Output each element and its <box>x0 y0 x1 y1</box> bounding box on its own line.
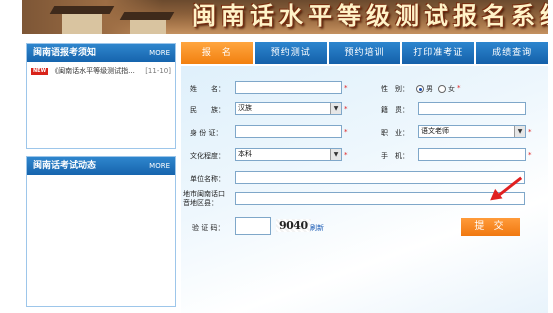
gender-female-label: 女 <box>448 85 455 93</box>
required-mark: * <box>344 105 348 113</box>
ethnicity-value: 汉族 <box>238 104 252 112</box>
name-label: 姓 名： <box>190 85 225 93</box>
id-card-input[interactable] <box>235 125 342 138</box>
banner-wall <box>130 20 166 34</box>
news-title[interactable]: 《闽南话水平等级测试指... <box>51 66 135 76</box>
company-label: 单位名称： <box>190 175 225 183</box>
banner-roof <box>49 6 115 14</box>
occupation-value: 语文老师 <box>421 127 449 135</box>
tab-score-query[interactable]: 成绩查询 <box>476 42 548 64</box>
news-more-link[interactable]: MORE <box>149 157 170 175</box>
gender-male-radio[interactable]: 男 <box>416 84 433 94</box>
notice-panel-title: 闽南语报考须知 <box>33 48 97 58</box>
captcha-image: 9040 <box>276 219 311 232</box>
name-input[interactable] <box>235 81 342 94</box>
gender-label: 性 别： <box>381 85 409 93</box>
required-mark: * <box>457 84 461 92</box>
required-mark: * <box>344 84 348 92</box>
address-label: 地市闽南话口 音地区县： <box>183 190 225 207</box>
list-item[interactable]: NEW 《闽南话水平等级测试指... [11-10] <box>31 66 171 76</box>
native-place-label: 籍 贯： <box>381 106 409 114</box>
chevron-down-icon[interactable]: ▼ <box>330 149 341 160</box>
radio-selected-icon[interactable] <box>416 85 424 93</box>
banner-title: 闽南话水平等级测试报名系统 <box>192 1 548 30</box>
education-label: 文化程度： <box>190 152 225 160</box>
company-input[interactable] <box>235 171 525 184</box>
tab-book-training[interactable]: 预约培训 <box>328 42 401 64</box>
notice-panel-header: 闽南语报考须知 MORE <box>27 44 175 62</box>
ethnicity-select[interactable]: 汉族 ▼ <box>235 102 342 115</box>
notice-more-link[interactable]: MORE <box>149 44 170 62</box>
news-panel-title: 闽南话考试动态 <box>33 161 97 171</box>
radio-icon[interactable] <box>438 85 446 93</box>
id-card-label: 身 份 证： <box>190 129 223 137</box>
required-mark: * <box>528 128 532 136</box>
occupation-label: 职 业： <box>381 129 409 137</box>
native-place-input[interactable] <box>418 102 526 115</box>
notice-panel: 闽南语报考须知 MORE NEW 《闽南话水平等级测试指... [11-10] <box>26 43 176 149</box>
news-date: [11-10] <box>145 67 171 75</box>
header-banner: 闽南话水平等级测试报名系统 <box>22 0 548 34</box>
news-panel-header: 闽南话考试动态 MORE <box>27 157 175 175</box>
banner-roof <box>119 12 175 20</box>
chevron-down-icon[interactable]: ▼ <box>330 103 341 114</box>
required-mark: * <box>528 151 532 159</box>
phone-label: 手 机： <box>381 152 409 160</box>
gender-female-radio[interactable]: 女 <box>438 84 455 94</box>
main-tabs: 报 名 预约测试 预约培训 打印准考证 成绩查询 <box>181 42 548 64</box>
tab-book-test[interactable]: 预约测试 <box>254 42 327 64</box>
captcha-label: 验 证 码： <box>192 224 225 232</box>
refresh-captcha-link[interactable]: 刷新 <box>310 223 324 233</box>
tab-register[interactable]: 报 名 <box>181 42 253 64</box>
banner-wall <box>62 14 102 34</box>
tab-print-ticket[interactable]: 打印准考证 <box>402 42 475 64</box>
ethnicity-label: 民 族： <box>190 106 225 114</box>
news-panel: 闽南话考试动态 MORE <box>26 156 176 307</box>
education-select[interactable]: 本科 ▼ <box>235 148 342 161</box>
captcha-input[interactable] <box>235 217 271 235</box>
required-mark: * <box>344 151 348 159</box>
submit-button[interactable]: 提 交 <box>461 218 520 236</box>
education-value: 本科 <box>238 150 252 158</box>
occupation-select[interactable]: 语文老师 ▼ <box>418 125 526 138</box>
address-input[interactable] <box>235 192 525 205</box>
required-mark: * <box>344 128 348 136</box>
phone-input[interactable] <box>418 148 526 161</box>
chevron-down-icon[interactable]: ▼ <box>514 126 525 137</box>
new-badge: NEW <box>31 67 49 75</box>
gender-male-label: 男 <box>426 85 433 93</box>
